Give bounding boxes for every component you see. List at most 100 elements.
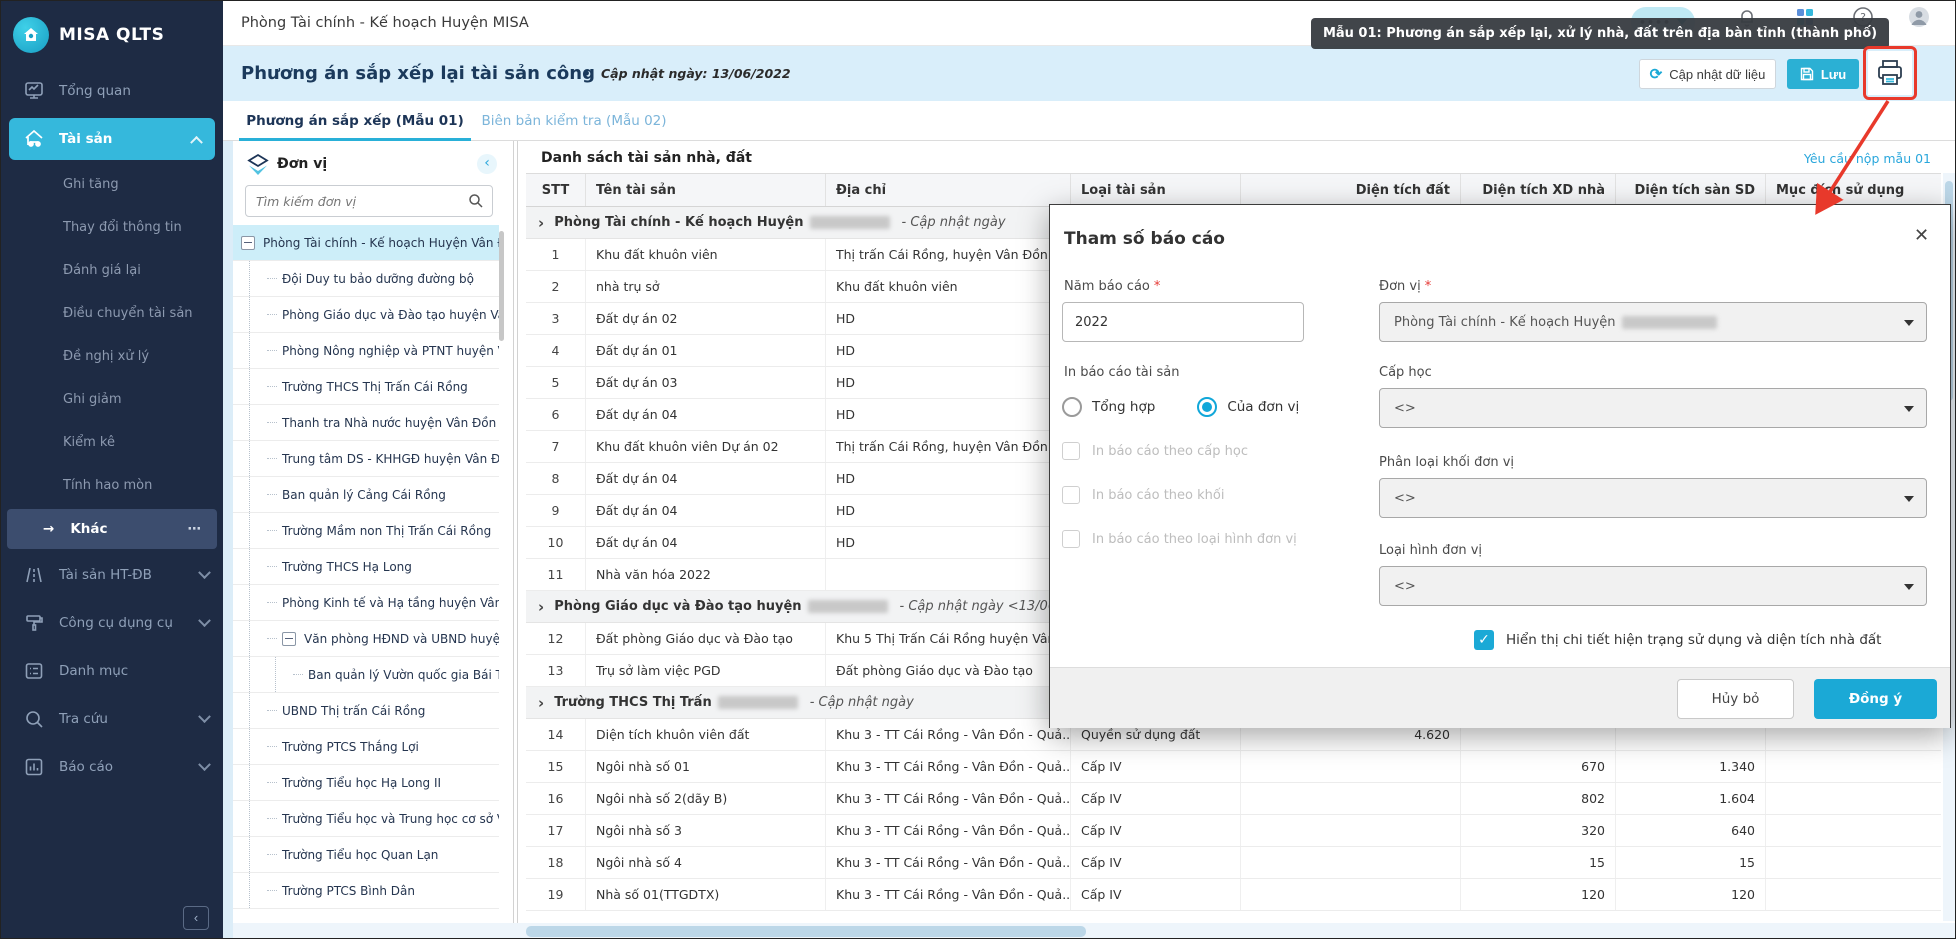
sidebar-item-tính-hao-mòn[interactable]: Tính hao mòn [1, 464, 223, 507]
tree-item[interactable]: Trường THCS Hạ Long [233, 549, 499, 585]
tree-item[interactable]: Phòng Nông nghiệp và PTNT huyện Vân Đồ..… [233, 333, 499, 369]
tree-item[interactable]: Văn phòng HĐND và UBND huyện Vân Đồn [233, 621, 499, 657]
brand-name: MISA QLTS [59, 25, 164, 45]
tree-item[interactable]: Trường THCS Thị Trấn Cái Rồng [233, 369, 499, 405]
sidebar-item-ghi-giảm[interactable]: Ghi giảm [1, 378, 223, 421]
sidebar-collapse-button[interactable]: ‹ [183, 906, 209, 930]
tree-guide [249, 441, 267, 476]
tree-guide [267, 890, 277, 891]
tab-bien-ban-kiem-tra[interactable]: Biên bản kiểm tra (Mẫu 02) [479, 101, 669, 141]
unit-search-input[interactable] [256, 191, 456, 211]
catalog-icon [23, 660, 45, 682]
table-row[interactable]: 16Ngôi nhà số 2(dãy B)Khu 3 - TT Cái Rồn… [526, 783, 1941, 815]
tree-item[interactable]: Trường Tiểu học Hạ Long II [233, 765, 499, 801]
page-header: Phương án sắp xếp lại tài sản công • Cập… [223, 46, 1956, 101]
select-value: <> [1394, 491, 1416, 506]
cell-địa-chỉ: Thị trấn Cái Rồng, huyện Vân Đồn [826, 239, 1071, 270]
tree-item[interactable]: Ban quản lý Vườn quốc gia Bái Tử Long [233, 657, 499, 693]
close-icon[interactable]: ✕ [1914, 225, 1929, 246]
sidebar-item-ghi-tăng[interactable]: Ghi tăng [1, 163, 223, 206]
print-button[interactable] [1868, 51, 1912, 95]
tree-item[interactable]: Trường PTCS Bình Dân [233, 873, 499, 909]
tree-item[interactable]: Trung tâm DS - KHHGĐ huyện Vân Đồn [233, 441, 499, 477]
unit-dropdown[interactable]: Phòng Tài chính - Kế hoạch Huyện [1379, 302, 1927, 342]
tree-guide [267, 782, 277, 783]
cancel-button[interactable]: Hủy bỏ [1677, 679, 1794, 719]
sidebar-item-label: Tài sản [59, 131, 112, 147]
sidebar-item-báo-cáo[interactable]: Báo cáo [1, 743, 223, 791]
tree-guide [249, 477, 267, 512]
tree-item-label: Trường Tiểu học và Trung học cơ sở Vạn Y… [282, 812, 499, 826]
sidebar-item-danh-mục[interactable]: Danh mục [1, 647, 223, 695]
panel-collapse-icon[interactable]: ‹ [477, 154, 497, 174]
tab-phuong-an-sap-xep[interactable]: Phương án sắp xếp (Mẫu 01) [239, 101, 471, 141]
table-row[interactable]: 15Ngôi nhà số 01Khu 3 - TT Cái Rồng - Vâ… [526, 751, 1941, 783]
sidebar-item-công-cụ-dụng-cụ[interactable]: Công cụ dụng cụ [1, 599, 223, 647]
checkbox-unchecked[interactable] [1062, 530, 1080, 548]
page-title: Phương án sắp xếp lại tài sản công [241, 63, 595, 84]
collapse-expander-icon[interactable] [282, 632, 296, 646]
column-header-mục-đích-sử-dụng: Mục đích sử dụng [1766, 174, 1941, 206]
tree-scrollbar[interactable] [499, 231, 504, 341]
cell-mục-đích-sử-dụng [1766, 751, 1941, 782]
tree-item[interactable]: Trường Tiểu học Quan Lạn [233, 837, 499, 873]
tree-item[interactable]: UBND Thị trấn Cái Rồng [233, 693, 499, 729]
tree-item-label: Đội Duy tu bảo dưỡng đường bộ [282, 272, 474, 286]
radio-selected[interactable] [1197, 397, 1217, 417]
checkbox-unchecked[interactable] [1062, 442, 1080, 460]
chevron-right-icon[interactable]: › [538, 694, 544, 712]
sidebar-item-khác[interactable]: →Khác⋯ [7, 509, 217, 549]
tree-item[interactable]: Trường Mầm non Thị Trấn Cái Rồng [233, 513, 499, 549]
submit-form-link[interactable]: Yêu cầu nộp mẫu 01 [1804, 151, 1931, 166]
user-avatar[interactable] [1907, 5, 1933, 31]
refresh-data-button[interactable]: ⟳ Cập nhật dữ liệu [1639, 59, 1776, 89]
tree-guide [249, 261, 267, 296]
sidebar-item-tài-sản[interactable]: Tài sản [9, 118, 215, 160]
radio-label: Của đơn vị [1227, 399, 1299, 415]
misa-logo-icon [13, 17, 49, 53]
sidebar-item-tra-cứu[interactable]: Tra cứu [1, 695, 223, 743]
select-loại-hình-đơn-vị[interactable]: <> [1379, 566, 1927, 606]
tree-guide [267, 422, 277, 423]
sidebar-item-đánh-giá-lại[interactable]: Đánh giá lại [1, 249, 223, 292]
ok-button[interactable]: Đồng ý [1814, 679, 1937, 719]
detail-checkbox[interactable]: ✓ [1474, 630, 1494, 650]
more-icon[interactable]: ⋯ [188, 521, 204, 537]
table-horizontal-scrollbar[interactable] [233, 923, 1956, 939]
chevron-right-icon[interactable]: › [538, 598, 544, 616]
cell-tên-tài-sản: Đất dự án 04 [586, 495, 826, 526]
sidebar-item-kiểm-kê[interactable]: Kiểm kê [1, 421, 223, 464]
tree-item[interactable]: Đội Duy tu bảo dưỡng đường bộ [233, 261, 499, 297]
sidebar-item-tài-sản-ht-đb[interactable]: Tài sản HT-ĐB [1, 551, 223, 599]
chevron-down-icon [198, 710, 211, 723]
tree-item[interactable]: Ban quản lý Cảng Cái Rồng [233, 477, 499, 513]
cell-tên-tài-sản: Nhà số 01(TTGDTX) [586, 879, 826, 910]
sidebar-item-tổng-quan[interactable]: Tổng quan [1, 67, 223, 115]
report-year-input[interactable] [1062, 302, 1304, 342]
collapse-expander-icon[interactable] [241, 236, 255, 250]
panel-divider [517, 141, 518, 923]
table-row[interactable]: 19Nhà số 01(TTGDTX)Khu 3 - TT Cái Rồng -… [526, 879, 1941, 911]
table-row[interactable]: 18Ngôi nhà số 4Khu 3 - TT Cái Rồng - Vân… [526, 847, 1941, 879]
column-header-diện-tích-xd-nhà: Diện tích XD nhà [1461, 174, 1616, 206]
tree-item[interactable]: Trường PTCS Thắng Lợi [233, 729, 499, 765]
tree-item[interactable]: Phòng Tài chính - Kế hoạch Huyện Vân Đồn [233, 225, 499, 261]
tree-guide [267, 494, 277, 495]
select-cấp-học[interactable]: <> [1379, 388, 1927, 428]
tree-item[interactable]: Trường Tiểu học và Trung học cơ sở Vạn Y… [233, 801, 499, 837]
select-phân-loại-khối-đơn-vị[interactable]: <> [1379, 478, 1927, 518]
save-button[interactable]: Lưu [1787, 59, 1859, 89]
tree-item[interactable]: Thanh tra Nhà nước huyện Vân Đồn [233, 405, 499, 441]
sidebar-item-đề-nghị-xử-lý[interactable]: Đề nghị xử lý [1, 335, 223, 378]
tree-guide [293, 674, 303, 675]
table-row[interactable]: 17Ngôi nhà số 3Khu 3 - TT Cái Rồng - Vân… [526, 815, 1941, 847]
chevron-right-icon[interactable]: › [538, 214, 544, 232]
sidebar-item-thay-đổi-thông-tin[interactable]: Thay đổi thông tin [1, 206, 223, 249]
panel-divider[interactable] [513, 141, 514, 923]
tree-item[interactable]: Phòng Kinh tế và Hạ tầng huyện Vân Đồn [233, 585, 499, 621]
radio-unselected[interactable] [1062, 397, 1082, 417]
sidebar-item-điều-chuyển-tài-sản[interactable]: Điều chuyển tài sản [1, 292, 223, 335]
tree-item[interactable]: Phòng Giáo dục và Đào tạo huyện Vân Đồn [233, 297, 499, 333]
column-header-tên-tài-sản: Tên tài sản [586, 174, 826, 206]
checkbox-unchecked[interactable] [1062, 486, 1080, 504]
